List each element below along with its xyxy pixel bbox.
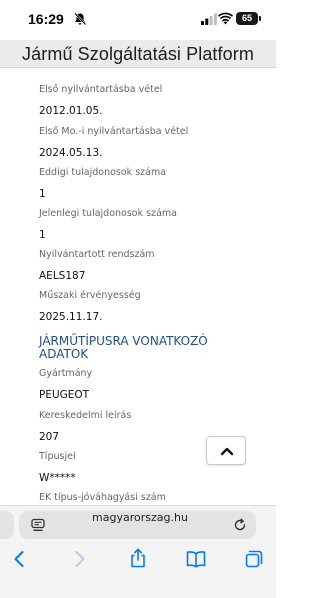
field-type-code: Típusjel W***** [39,451,76,484]
chevron-up-icon [220,447,234,456]
field-value: PEUGEOT [39,389,90,401]
field-make: Gyártmány PEUGEOT [39,368,93,401]
field-label: Műszaki érvényesség [39,290,141,301]
bell-off-icon [74,12,87,26]
status-time: 16:29 [28,11,64,27]
bookmarks-icon[interactable] [186,550,206,568]
field-value: 1 [39,229,46,241]
field-label: Nyilvántartott rendszám [39,249,155,260]
scroll-to-top-button[interactable] [206,436,246,465]
field-first-registration: Első nyilvántartásba vétel 2012.01.05. [39,84,163,117]
share-icon[interactable] [129,548,147,568]
field-value: 2024.05.13. [39,147,103,159]
tabs-icon[interactable] [245,550,263,568]
field-registered-plate: Nyilvántartott rendszám AELS187 [39,249,155,282]
field-first-hu-registration: Első Mo.-i nyilvántartásba vétel 2024.05… [39,126,189,159]
section-title: JÁRMŰTÍPUSRA VONATKOZÓ ADATOK [39,334,208,361]
previous-tab-pill[interactable] [0,511,14,539]
field-label: Eddigi tulajdonosok száma [39,167,167,178]
battery-icon: 65 [236,12,258,25]
field-value: AELS187 [39,270,86,282]
field-value: W***** [39,472,76,484]
field-label: Első nyilvántartásba vétel [39,84,163,95]
forward-icon[interactable] [74,550,86,568]
signal-icon [201,13,217,25]
back-icon[interactable] [13,550,25,568]
field-current-owners: Jelenlegi tulajdonosok száma 1 [39,208,177,241]
field-previous-owners: Eddigi tulajdonosok száma 1 [39,167,167,200]
field-label: Gyártmány [39,368,93,379]
field-label: Típusjel [39,451,76,462]
field-ec-approval-number: EK típus-jóváhagyási szám [39,492,166,503]
page-menu-icon[interactable] [31,518,45,532]
field-label: EK típus-jóváhagyási szám [39,492,166,503]
battery-tip [259,16,261,21]
field-label: Kereskedelmi leírás [39,410,132,421]
field-label: Első Mo.-i nyilvántartásba vétel [39,126,189,137]
status-bar: 16:29 65 [0,0,276,40]
field-commercial-description: Kereskedelmi leírás 207 [39,410,132,443]
field-value: 2012.01.05. [39,105,103,117]
url-text[interactable]: magyarorszag.hu [60,511,220,539]
page-title: Jármű Szolgáltatási Platform [22,44,254,64]
reload-icon[interactable] [233,518,247,532]
wifi-icon [218,12,233,25]
site-header: Jármű Szolgáltatási Platform [0,40,276,68]
field-label: Jelenlegi tulajdonosok száma [39,208,177,219]
field-value: 207 [39,431,60,443]
field-technical-validity: Műszaki érvényesség 2025.11.17. [39,290,141,323]
field-value: 2025.11.17. [39,311,103,323]
field-value: 1 [39,188,46,200]
